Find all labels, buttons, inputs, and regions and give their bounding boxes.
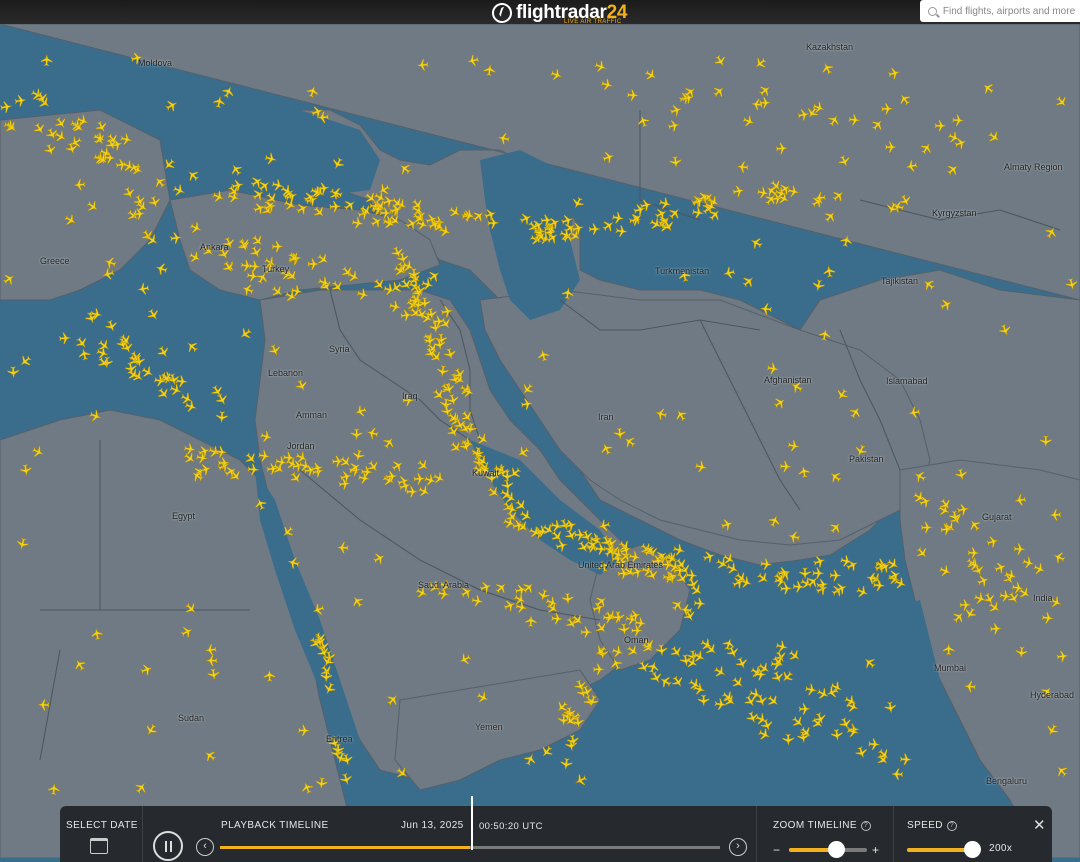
playhead[interactable]	[471, 796, 473, 850]
search-icon	[928, 6, 937, 16]
calendar-icon[interactable]	[90, 838, 108, 854]
playback-timeline-label: PLAYBACK TIMELINE	[221, 820, 329, 831]
zoom-timeline-label: ZOOM TIMELINE?	[773, 820, 871, 831]
playback-panel: SELECT DATE PLAYBACK TIMELINE Jun 13, 20…	[60, 796, 1052, 862]
brand-tagline: LIVE AIR TRAFFIC	[564, 19, 622, 25]
playback-date: Jun 13, 2025	[401, 820, 464, 831]
playback-timeline-track[interactable]	[220, 846, 720, 849]
speed-slider[interactable]	[907, 841, 981, 858]
map-canvas[interactable]	[0, 0, 1080, 858]
close-icon[interactable]: ✕	[1033, 816, 1046, 834]
zoom-slider-knob[interactable]	[827, 841, 845, 858]
speed-info-icon[interactable]: ?	[946, 821, 957, 831]
pause-button[interactable]	[153, 831, 183, 861]
select-date-label: SELECT DATE	[66, 820, 138, 831]
step-back-button[interactable]: ‹	[196, 838, 214, 856]
step-forward-button[interactable]: ›	[729, 838, 747, 856]
flightradar24-logo[interactable]: flightradar24 LIVE AIR TRAFFIC	[492, 0, 627, 26]
zoom-out-button[interactable]: −	[773, 843, 780, 857]
search-input[interactable]	[942, 5, 1080, 17]
speed-label: SPEED?	[907, 820, 957, 831]
speed-slider-fill	[907, 848, 972, 852]
playback-time: 00:50:20 UTC	[479, 821, 543, 832]
zoom-in-button[interactable]: +	[872, 843, 879, 857]
search-box[interactable]	[920, 0, 1080, 22]
radar-logo-icon	[492, 3, 512, 23]
speed-slider-knob[interactable]	[963, 841, 981, 858]
top-bar: flightradar24 LIVE AIR TRAFFIC	[0, 0, 1080, 26]
zoom-info-icon[interactable]: ?	[860, 821, 871, 831]
playback-progress-fill	[220, 846, 470, 849]
zoom-slider[interactable]	[789, 841, 867, 858]
speed-value: 200x	[989, 843, 1013, 854]
